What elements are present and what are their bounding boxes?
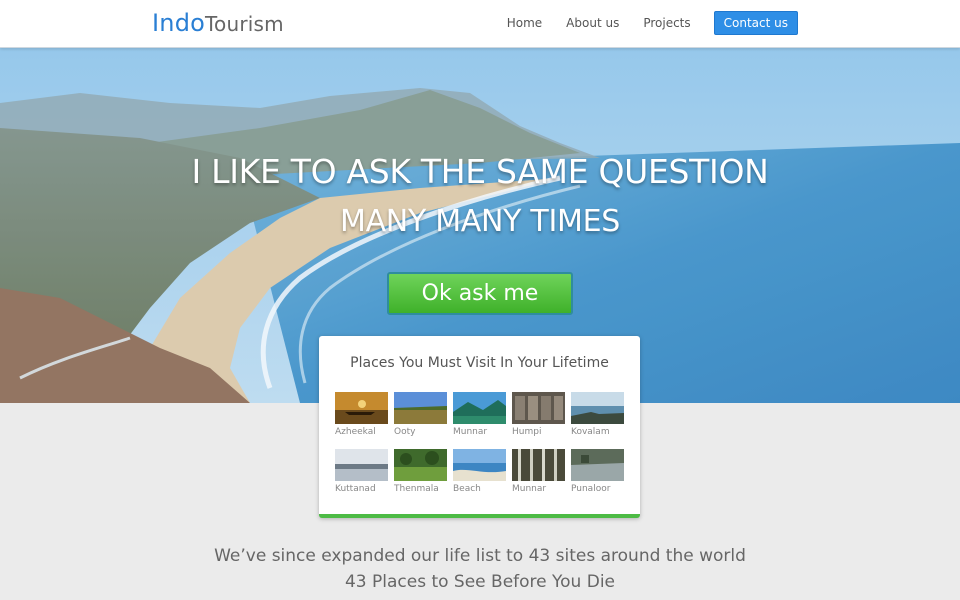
intro-subline: 43 Places to See Before You Die — [344, 572, 616, 592]
kuttanad-thumbnail — [335, 449, 388, 481]
place-kovalam[interactable]: Kovalam — [571, 392, 624, 437]
place-name: Kovalam — [571, 427, 610, 437]
place-name: Ooty — [394, 427, 416, 437]
place-humpi[interactable]: Humpi — [512, 392, 565, 437]
munnar-forest-thumbnail — [512, 449, 565, 481]
place-thenmala[interactable]: Thenmala — [394, 449, 447, 494]
place-munnar-2[interactable]: Munnar — [512, 449, 565, 494]
humpi-thumbnail — [512, 392, 565, 424]
hero-title-line2: MANY MANY TIMES — [340, 204, 620, 239]
place-beach[interactable]: Beach — [453, 449, 506, 494]
punaloor-thumbnail — [571, 449, 624, 481]
logo-tourism: Tourism — [205, 12, 284, 36]
place-punaloor[interactable]: Punaloor — [571, 449, 624, 494]
logo-indo: Indo — [152, 9, 206, 37]
nav-projects[interactable]: Projects — [643, 11, 690, 35]
place-name: Kuttanad — [335, 484, 376, 494]
place-name: Munnar — [453, 427, 488, 437]
place-azheekal[interactable]: Azheekal — [335, 392, 388, 437]
thenmala-thumbnail — [394, 449, 447, 481]
kovalam-thumbnail — [571, 392, 624, 424]
place-name: Punaloor — [571, 484, 611, 494]
intro-line: We’ve since expanded our life list to 43… — [214, 546, 746, 566]
place-ooty[interactable]: Ooty — [394, 392, 447, 437]
top-navbar: IndoTourism Home About us Projects Conta… — [0, 0, 960, 48]
places-card: Places You Must Visit In Your Lifetime A… — [319, 336, 640, 518]
place-name: Munnar — [512, 484, 547, 494]
munnar-thumbnail — [453, 392, 506, 424]
azheekal-thumbnail — [335, 392, 388, 424]
hero-title-line1: I LIKE TO ASK THE SAME QUESTION — [191, 152, 769, 191]
nav-about-us[interactable]: About us — [566, 11, 619, 35]
place-name: Humpi — [512, 427, 542, 437]
place-name: Thenmala — [394, 484, 439, 494]
place-name: Azheekal — [335, 427, 376, 437]
ooty-thumbnail — [394, 392, 447, 424]
place-name: Beach — [453, 484, 481, 494]
ok-ask-me-button[interactable]: Ok ask me — [387, 272, 573, 315]
main-nav: Home About us Projects Contact us — [483, 11, 798, 35]
nav-home[interactable]: Home — [507, 11, 542, 35]
place-munnar[interactable]: Munnar — [453, 392, 506, 437]
place-kuttanad[interactable]: Kuttanad — [335, 449, 388, 494]
logo[interactable]: IndoTourism — [152, 8, 284, 39]
places-title: Places You Must Visit In Your Lifetime — [350, 355, 609, 371]
contact-us-button[interactable]: Contact us — [713, 11, 798, 35]
beach-thumbnail — [453, 449, 506, 481]
